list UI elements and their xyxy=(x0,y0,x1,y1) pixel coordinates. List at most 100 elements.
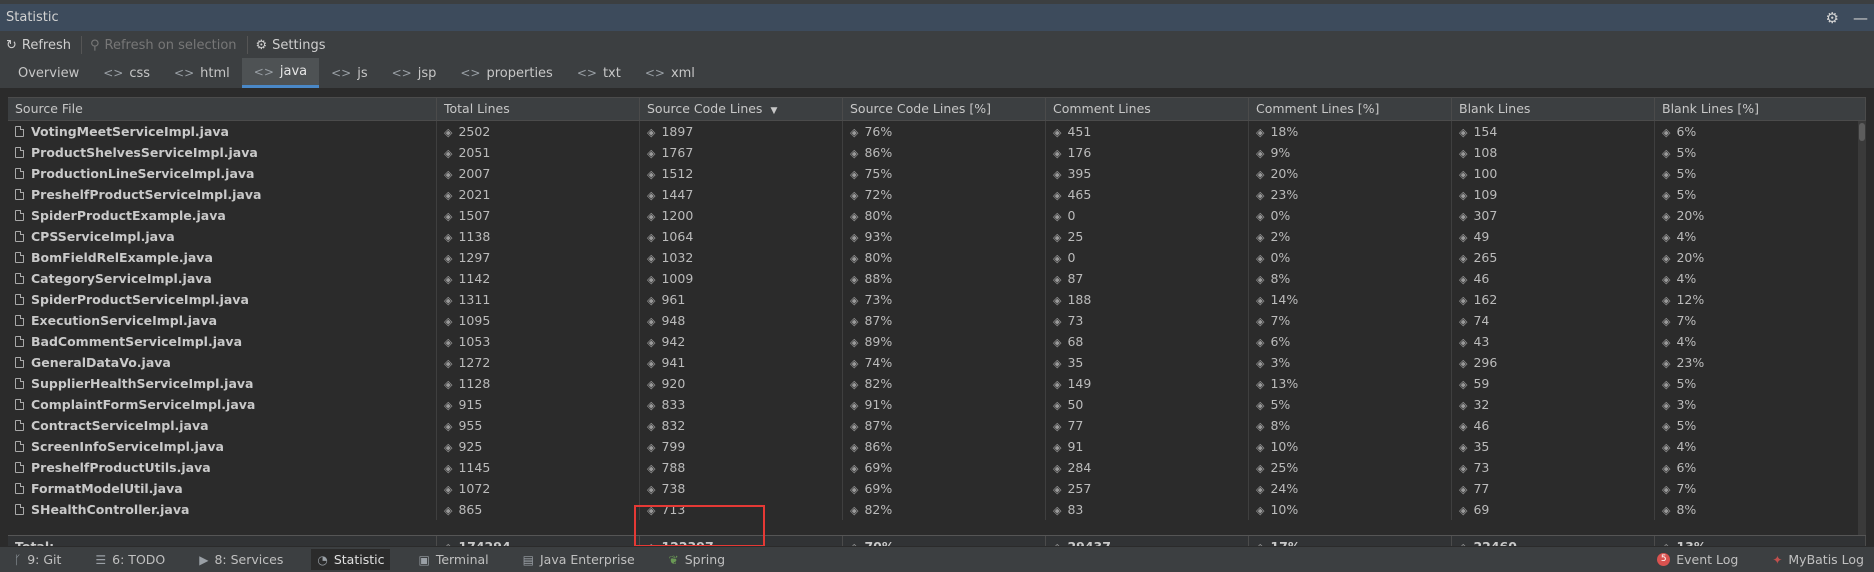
table-row[interactable]: ContractServiceImpl.java ◈ 955 ◈ 832 ◈ 87% ◈ 77 ◈… xyxy=(8,415,1866,436)
table-row[interactable]: ExecutionServiceImpl.java ◈ 1095 ◈ 948 ◈ 87% ◈ 7… xyxy=(8,310,1866,331)
refresh-on-selection-button[interactable]: ⚲ Refresh on selection xyxy=(90,38,237,53)
table-row[interactable]: VotingMeetServiceImpl.java ◈ 2502 ◈ 1897 ◈ 76%… xyxy=(8,121,1866,142)
stack-icon: ◈ xyxy=(850,378,859,391)
statusbar-java-enterprise[interactable]: ▤ Java Enterprise xyxy=(517,549,641,570)
table-row[interactable]: SHealthController.java ◈ 865 ◈ 713 ◈ 82% ◈ 83 ◈ 10… xyxy=(8,499,1866,520)
stack-icon: ◈ xyxy=(1459,378,1468,391)
stack-icon: ◈ xyxy=(1662,273,1671,286)
metric-cell: ◈ 46 xyxy=(1452,268,1655,289)
statusbar-services[interactable]: ▶ 8: Services xyxy=(193,549,289,570)
column-header-source-code-lines-percent[interactable]: Source Code Lines [%] xyxy=(843,98,1046,120)
column-header-blank-lines-percent[interactable]: Blank Lines [%] xyxy=(1655,98,1866,120)
metric-cell: ◈ 4% xyxy=(1655,268,1866,289)
metric-cell: ◈ 91 xyxy=(1046,436,1249,457)
metric-cell: ◈ 74 xyxy=(1452,310,1655,331)
table-row[interactable]: ComplaintFormServiceImpl.java ◈ 915 ◈ 833 ◈ 91… xyxy=(8,394,1866,415)
tab-js[interactable]: <> js xyxy=(319,58,380,88)
statusbar-todo[interactable]: ☰ 6: TODO xyxy=(89,549,171,570)
metric-value: 799 xyxy=(661,439,686,454)
stack-icon: ◈ xyxy=(1053,420,1062,433)
table-row[interactable]: SpiderProductServiceImpl.java ◈ 1311 ◈ 961 ◈ 7… xyxy=(8,289,1866,310)
metric-cell: ◈ 69 xyxy=(1452,499,1655,520)
tab-html[interactable]: <> html xyxy=(162,58,242,88)
statusbar-terminal[interactable]: ▣ Terminal xyxy=(412,549,494,570)
stack-icon: ◈ xyxy=(1256,315,1265,328)
vertical-scrollbar[interactable] xyxy=(1858,121,1866,535)
table-row[interactable]: ScreenInfoServiceImpl.java ◈ 925 ◈ 799 ◈ 86% ◈ 9… xyxy=(8,436,1866,457)
tab-css[interactable]: <> css xyxy=(91,58,162,88)
stack-icon: ◈ xyxy=(1459,504,1468,517)
stack-icon: ◈ xyxy=(1459,189,1468,202)
metric-value: 1507 xyxy=(458,208,491,223)
stack-icon: ◈ xyxy=(1053,126,1062,139)
metric-value: 451 xyxy=(1067,124,1092,139)
metric-cell: ◈ 5% xyxy=(1655,142,1866,163)
statusbar-spring[interactable]: ❦ Spring xyxy=(663,549,731,570)
statusbar-mybatis-log[interactable]: ✦ MyBatis Log xyxy=(1766,549,1870,570)
table-row[interactable]: CPSServiceImpl.java ◈ 1138 ◈ 1064 ◈ 93% ◈ 25 ◈ 2% ◈… xyxy=(8,226,1866,247)
source-file-cell: SupplierHealthServiceImpl.java xyxy=(8,373,437,394)
file-icon xyxy=(15,168,24,179)
metric-value: 73% xyxy=(864,292,893,307)
metric-value: 1447 xyxy=(661,187,694,202)
stack-icon: ◈ xyxy=(647,399,656,412)
table-row[interactable]: SpiderProductExample.java ◈ 1507 ◈ 1200 ◈ 80% ◈… xyxy=(8,205,1866,226)
table-row[interactable]: ProductShelvesServiceImpl.java ◈ 2051 ◈ 1767… xyxy=(8,142,1866,163)
tab-overview[interactable]: Overview xyxy=(6,58,91,88)
metric-cell: ◈ 3% xyxy=(1249,352,1452,373)
tab-txt[interactable]: <> txt xyxy=(565,58,633,88)
refresh-button[interactable]: ↻ Refresh xyxy=(6,38,71,53)
stack-icon: ◈ xyxy=(444,189,453,202)
metric-value: 1032 xyxy=(661,250,694,265)
tab-properties[interactable]: <> properties xyxy=(448,58,564,88)
table-row[interactable]: ProductionLineServiceImpl.java ◈ 2007 ◈ 1512… xyxy=(8,163,1866,184)
table-row[interactable]: BadCommentServiceImpl.java ◈ 1053 ◈ 942 ◈ 89% ◈… xyxy=(8,331,1866,352)
column-header-comment-lines-percent[interactable]: Comment Lines [%] xyxy=(1249,98,1452,120)
stack-icon: ◈ xyxy=(1053,252,1062,265)
minimize-icon[interactable]: — xyxy=(1853,9,1868,27)
table-row[interactable]: SupplierHealthServiceImpl.java ◈ 1128 ◈ 920 ◈… xyxy=(8,373,1866,394)
metric-cell: ◈ 1512 xyxy=(640,163,843,184)
source-file-cell: FormatModelUtil.java xyxy=(8,478,437,499)
table-body[interactable]: VotingMeetServiceImpl.java ◈ 2502 ◈ 1897 ◈ 76%… xyxy=(8,121,1866,535)
tab-jsp[interactable]: <> jsp xyxy=(380,58,449,88)
gear-icon[interactable]: ⚙ xyxy=(1826,9,1839,27)
metric-cell: ◈ 87% xyxy=(843,310,1046,331)
stack-icon: ◈ xyxy=(647,231,656,244)
toolbar-separator xyxy=(81,36,82,54)
tab-xml[interactable]: <> xml xyxy=(633,58,707,88)
settings-button[interactable]: ⚙ Settings xyxy=(256,38,326,53)
metric-value: 1142 xyxy=(458,271,491,286)
column-header-comment-lines[interactable]: Comment Lines xyxy=(1046,98,1249,120)
statusbar-statistic[interactable]: ◔ Statistic xyxy=(311,549,391,570)
scrollbar-thumb[interactable] xyxy=(1859,123,1865,141)
table-row[interactable]: GeneralDataVo.java ◈ 1272 ◈ 941 ◈ 74% ◈ 35 ◈ 3% ◈ 29… xyxy=(8,352,1866,373)
metric-cell: ◈ 3% xyxy=(1655,394,1866,415)
file-name: PreshelfProductUtils.java xyxy=(31,460,211,475)
stack-icon: ◈ xyxy=(647,462,656,475)
stack-icon: ◈ xyxy=(1459,168,1468,181)
stack-icon: ◈ xyxy=(850,504,859,517)
metric-value: 0 xyxy=(1067,250,1076,265)
stack-icon: ◈ xyxy=(1256,336,1265,349)
tab-java[interactable]: <> java xyxy=(241,58,320,88)
column-header-blank-lines[interactable]: Blank Lines xyxy=(1452,98,1655,120)
metric-cell: ◈ 77 xyxy=(1046,415,1249,436)
metric-value: 2007 xyxy=(458,166,491,181)
table-row[interactable]: PreshelfProductUtils.java ◈ 1145 ◈ 788 ◈ 69% ◈ 2… xyxy=(8,457,1866,478)
metric-value: 307 xyxy=(1473,208,1498,223)
statusbar-git[interactable]: ᚴ 9: Git xyxy=(8,549,67,570)
code-icon: <> xyxy=(103,66,124,80)
table-row[interactable]: PreshelfProductServiceImpl.java ◈ 2021 ◈ 144… xyxy=(8,184,1866,205)
column-header-total-lines[interactable]: Total Lines xyxy=(437,98,640,120)
file-icon xyxy=(15,147,24,158)
table-row[interactable]: FormatModelUtil.java ◈ 1072 ◈ 738 ◈ 69% ◈ 257 ◈ 24… xyxy=(8,478,1866,499)
table-row[interactable]: CategoryServiceImpl.java ◈ 1142 ◈ 1009 ◈ 88% ◈ 8… xyxy=(8,268,1866,289)
file-icon xyxy=(15,336,24,347)
stack-icon: ◈ xyxy=(850,273,859,286)
column-header-source-code-lines[interactable]: Source Code Lines ▼ xyxy=(640,98,843,120)
table-row[interactable]: BomFieldRelExample.java ◈ 1297 ◈ 1032 ◈ 80% ◈ 0 ◈… xyxy=(8,247,1866,268)
statusbar-event-log[interactable]: 5 Event Log xyxy=(1651,549,1744,570)
stack-icon: ◈ xyxy=(647,294,656,307)
column-header-source-file[interactable]: Source File xyxy=(8,98,437,120)
